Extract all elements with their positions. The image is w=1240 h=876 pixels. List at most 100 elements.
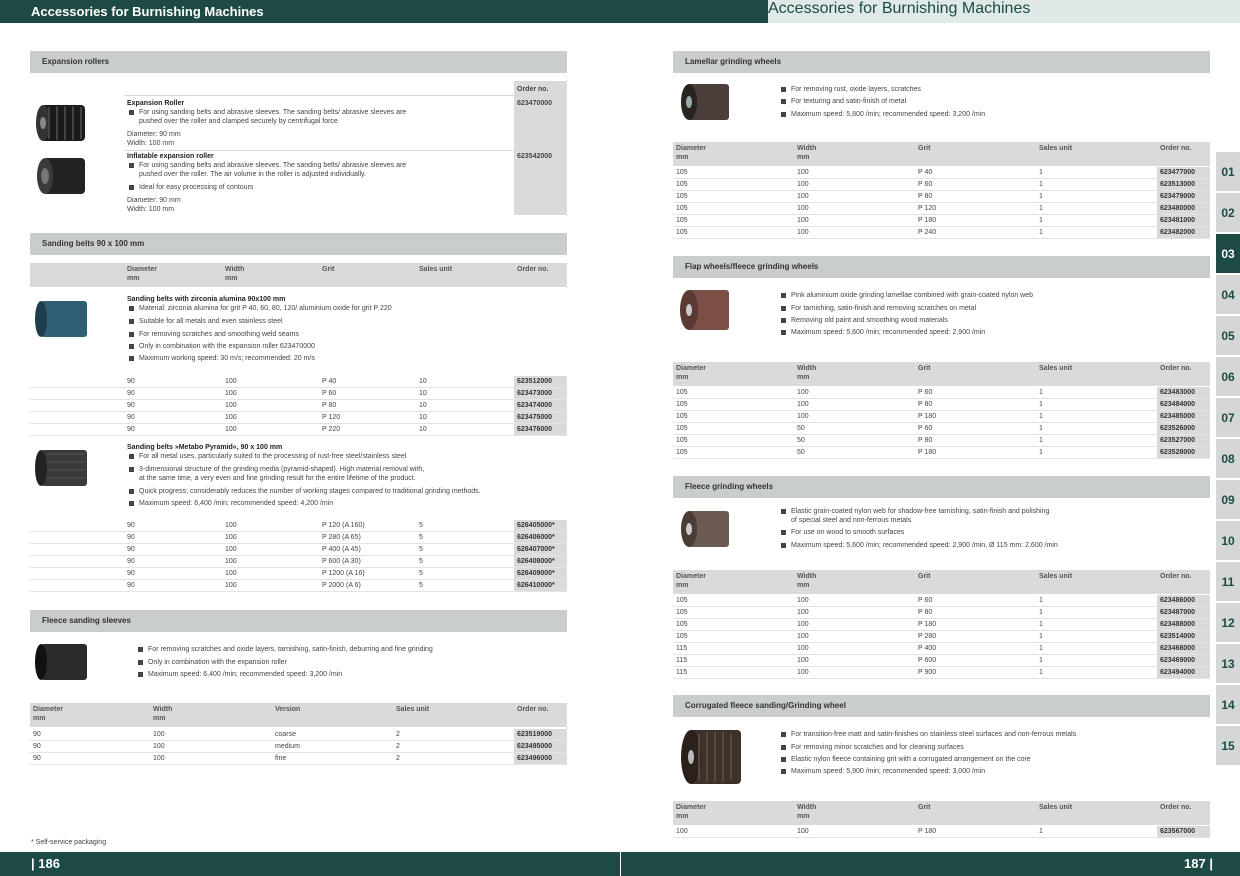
table-row: 90 100 P 60 10 623473000 xyxy=(30,388,567,400)
chapter-tab-12[interactable]: 12 xyxy=(1216,603,1240,643)
col-unit: mm xyxy=(797,374,810,381)
table-row: 105 100 P 80 1 623484000 xyxy=(673,399,1210,411)
table-cell: 90 xyxy=(127,546,135,553)
col-width: Width xyxy=(153,706,173,713)
bullet: For using sanding belts and abrasive sle… xyxy=(128,162,407,169)
chapter-tab-15[interactable]: 15 xyxy=(1216,726,1240,766)
table-cell: 100 xyxy=(225,414,237,421)
bullet: Pink aluminium oxide grinding lamellae c… xyxy=(780,292,1034,299)
table-cell: 100 xyxy=(797,633,809,640)
table-header: Diameter mm Width mm Grit Sales unit Order… xyxy=(673,570,1210,594)
table-cell: 5 xyxy=(419,522,423,529)
chapter-tab-10[interactable]: 10 xyxy=(1216,521,1240,561)
col-order: Order no. xyxy=(1160,145,1192,152)
table-cell: 100 xyxy=(797,169,809,176)
chapter-tab-04[interactable]: 04 xyxy=(1216,275,1240,315)
table-cell: P 80 xyxy=(322,402,337,409)
bullet: Elastic grain-coated nylon web for shado… xyxy=(780,508,1050,515)
table-cell: 105 xyxy=(676,425,688,432)
table-header: Diameter mm Width mm Version Sales unit Or… xyxy=(30,703,567,727)
page-number-right: 187 | xyxy=(1184,856,1213,871)
table-cell: P 60 xyxy=(918,425,933,432)
product-name: Sanding belts with zirconia alumina 90x1… xyxy=(127,296,286,303)
col-diameter: Diameter xyxy=(676,145,706,152)
header-band-right: Accessories for Burnishing Machines xyxy=(768,0,1240,23)
order-number: 623480000 xyxy=(1160,205,1196,212)
col-order: Order no. xyxy=(1160,365,1192,372)
bullet: Maximum speed: 5,900 /min; recommended s… xyxy=(780,768,986,775)
chapter-tab-07[interactable]: 07 xyxy=(1216,398,1240,438)
chapter-tab-14[interactable]: 14 xyxy=(1216,685,1240,725)
chapter-tab-06[interactable]: 06 xyxy=(1216,357,1240,397)
order-number: 623485000 xyxy=(1160,413,1196,420)
table-cell: P 600 (A 30) xyxy=(322,558,361,565)
table-cell: 100 xyxy=(225,522,237,529)
table-header: Diameter mm Width mm Grit Sales unit Order… xyxy=(673,142,1210,166)
table-cell: 1 xyxy=(1039,645,1043,652)
order-number: 623526000 xyxy=(1160,425,1196,432)
col-grit: Grit xyxy=(918,365,931,372)
table-row: 90 100 fine 2 623496000 xyxy=(30,753,567,765)
order-number: 626410000* xyxy=(517,582,555,589)
table-row: 115 100 P 400 1 623468000 xyxy=(673,643,1210,655)
bullet-cont: at the same time, a very even and fine g… xyxy=(139,475,416,482)
order-number: 623469000 xyxy=(1160,657,1196,664)
section-expansion-rollers: Expansion rollers xyxy=(30,51,567,73)
table-cell: P 80 xyxy=(918,437,933,444)
chapter-tab-05[interactable]: 05 xyxy=(1216,316,1240,356)
table-cell: P 240 xyxy=(918,229,937,236)
table-row: 90 100 P 600 (A 30) 5 626408000* xyxy=(30,556,567,568)
table-cell: P 80 xyxy=(918,609,933,616)
table-header: Diameter mm Width mm Grit Sales unit Order… xyxy=(673,801,1210,825)
chapter-tab-13[interactable]: 13 xyxy=(1216,644,1240,684)
order-number: 623484000 xyxy=(1160,401,1196,408)
table-cell: 115 xyxy=(676,657,688,664)
table-cell: 100 xyxy=(797,217,809,224)
table-cell: 1 xyxy=(1039,609,1043,616)
bullet: Maximum speed: 5,600 /min; recommended s… xyxy=(781,542,1058,549)
bullet: For all metal uses, particularly suited … xyxy=(128,453,407,460)
table-header: Diameter mm Width mm Grit Sales unit Order… xyxy=(30,263,567,287)
table-cell: 100 xyxy=(797,609,809,616)
order-number: 623482000 xyxy=(1160,229,1196,236)
table-cell: 105 xyxy=(676,621,688,628)
table-cell: P 60 xyxy=(918,181,933,188)
col-width: Width xyxy=(797,573,817,580)
bullet: For removing scratches and oxide layers,… xyxy=(138,646,433,653)
product-name: Expansion Roller xyxy=(127,100,185,107)
table-cell: 115 xyxy=(676,669,688,676)
col-unit: mm xyxy=(676,154,689,161)
table-header: Diameter mm Width mm Grit Sales unit Order… xyxy=(673,362,1210,386)
col-version: Version xyxy=(275,706,301,713)
table-cell: 100 xyxy=(225,390,237,397)
chapter-tab-03[interactable]: 03 xyxy=(1216,234,1240,274)
table-cell: 1 xyxy=(1039,169,1043,176)
chapter-tab-11[interactable]: 11 xyxy=(1216,562,1240,602)
section-corrugated: Corrugated fleece sanding/Grinding wheel xyxy=(673,695,1210,717)
section-sanding-belts: Sanding belts 90 x 100 mm xyxy=(30,233,567,255)
chapter-tab-02[interactable]: 02 xyxy=(1216,193,1240,233)
table-cell: 90 xyxy=(127,522,135,529)
col-order: Order no. xyxy=(1160,804,1192,811)
chapter-tab-08[interactable]: 08 xyxy=(1216,439,1240,479)
bullet: For tarnishing, satin-finish and removin… xyxy=(780,305,977,312)
table-cell: 10 xyxy=(419,402,427,409)
bullet: Maximum speed: 5,600 /min; recommended s… xyxy=(780,329,986,336)
flap-wheel-image xyxy=(680,290,729,330)
table-cell: 100 xyxy=(153,731,165,738)
spec: Width: 100 mm xyxy=(127,140,175,147)
col-sales: Sales unit xyxy=(1039,145,1073,152)
chapter-tab-09[interactable]: 09 xyxy=(1216,480,1240,520)
table-cell: 100 xyxy=(797,828,809,835)
chapter-tab-01[interactable]: 01 xyxy=(1216,152,1240,192)
pyramid-belt-image xyxy=(35,450,87,486)
table-cell: 50 xyxy=(797,437,805,444)
table-cell: 100 xyxy=(225,378,237,385)
order-number: 623494000 xyxy=(1160,669,1196,676)
header-bar-center xyxy=(473,0,768,23)
table-cell: 105 xyxy=(676,413,688,420)
table-cell: 100 xyxy=(225,534,237,541)
table-cell: 100 xyxy=(797,645,809,652)
order-number: 623468000 xyxy=(1160,645,1196,652)
table-row: 105 50 P 180 1 623528000 xyxy=(673,447,1210,459)
